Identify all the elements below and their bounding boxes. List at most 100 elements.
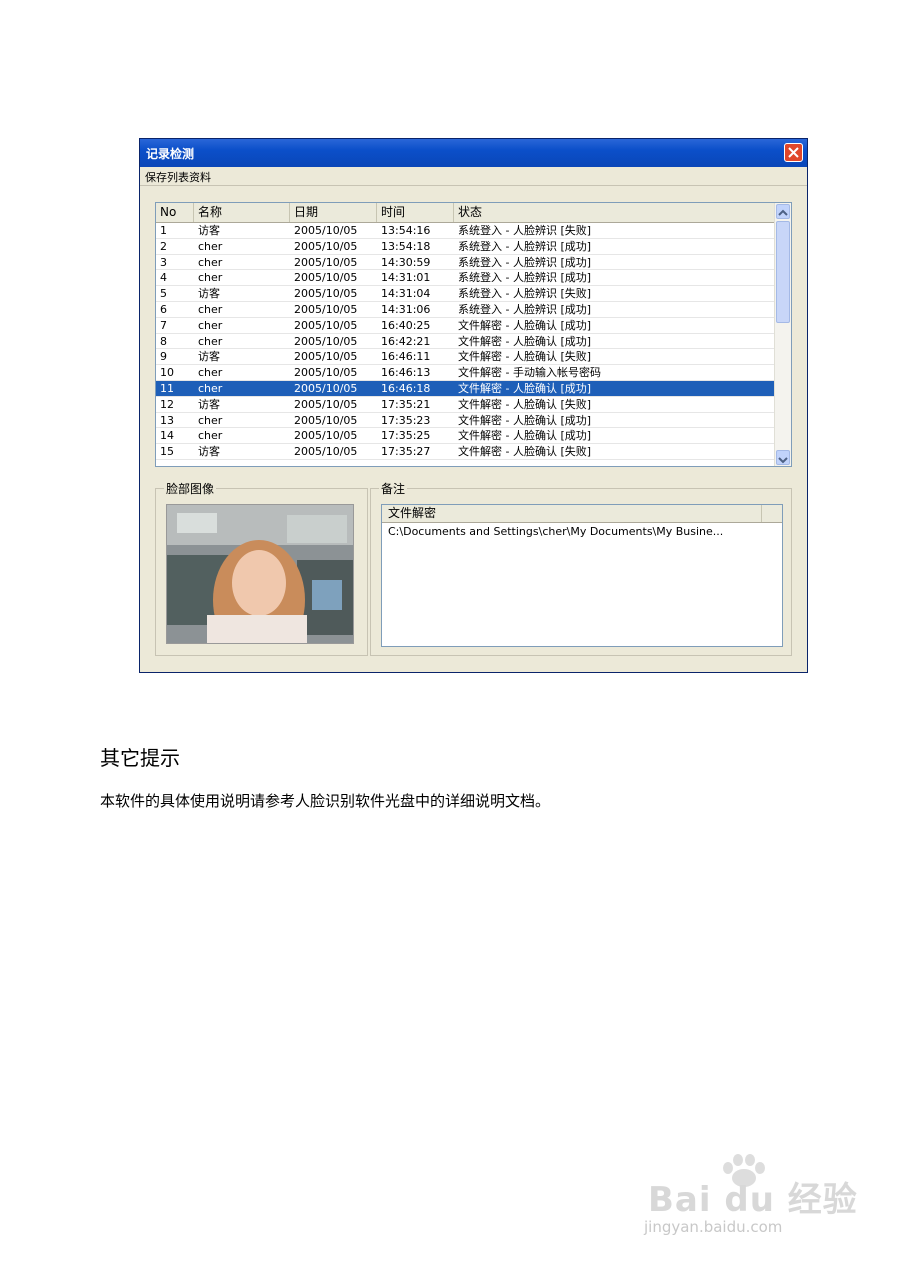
vertical-scrollbar[interactable] — [774, 203, 791, 466]
table-row[interactable]: 8 cher 2005/10/05 16:42:21 文件解密 - 人脸确认 [成功] — [156, 334, 776, 350]
cell-status: 系统登入 - 人脸辨识 [成功] — [458, 239, 592, 253]
scroll-thumb[interactable] — [776, 221, 790, 323]
close-button[interactable] — [784, 143, 803, 162]
cell-time: 13:54:18 — [381, 239, 431, 253]
notes-list[interactable]: 文件解密 C:\Documents and Settings\cher\My D… — [381, 504, 783, 647]
cell-time: 14:30:59 — [381, 255, 431, 269]
column-header-no[interactable]: No — [156, 203, 194, 222]
cell-status: 文件解密 - 手动输入帐号密码 — [458, 366, 601, 380]
table-row[interactable]: 7 cher 2005/10/05 16:40:25 文件解密 - 人脸确认 [成功] — [156, 318, 776, 334]
face-image-label: 脸部图像 — [164, 480, 217, 497]
table-row[interactable]: 12 访客 2005/10/05 17:35:21 文件解密 - 人脸确认 [失败] — [156, 397, 776, 413]
cell-status: 文件解密 - 人脸确认 [成功] — [458, 334, 592, 348]
cell-no: 14 — [160, 429, 174, 443]
cell-date: 2005/10/05 — [294, 397, 358, 411]
cell-name: cher — [198, 366, 223, 380]
table-row[interactable]: 3 cher 2005/10/05 14:30:59 系统登入 - 人脸辨识 [成功] — [156, 255, 776, 271]
cell-time: 16:46:18 — [381, 381, 431, 395]
cell-no: 9 — [160, 350, 167, 364]
scroll-down-button[interactable] — [776, 450, 790, 465]
cell-no: 2 — [160, 239, 167, 253]
notes-label: 备注 — [379, 480, 408, 497]
cell-status: 文件解密 - 人脸确认 [成功] — [458, 413, 592, 427]
cell-date: 2005/10/05 — [294, 413, 358, 427]
cell-name: 访客 — [198, 350, 220, 364]
face-photo — [166, 504, 354, 644]
section-heading: 其它提示 — [100, 746, 180, 770]
scroll-up-button[interactable] — [776, 204, 790, 219]
cell-name: 访客 — [198, 445, 220, 459]
close-icon — [788, 147, 799, 158]
cell-status: 系统登入 - 人脸辨识 [成功] — [458, 302, 592, 316]
table-row[interactable]: 9 访客 2005/10/05 16:46:11 文件解密 - 人脸确认 [失败] — [156, 349, 776, 366]
cell-time: 16:46:13 — [381, 366, 431, 380]
baidu-watermark: Bai du 经验 jingyan.baidu.com — [640, 1154, 880, 1260]
cell-status: 文件解密 - 人脸确认 [失败] — [458, 445, 592, 459]
cell-date: 2005/10/05 — [294, 271, 358, 285]
face-image-group: 脸部图像 — [155, 480, 368, 656]
column-header-date[interactable]: 日期 — [290, 203, 377, 222]
list-header: No 名称 日期 时间 状态 — [156, 203, 776, 223]
cell-date: 2005/10/05 — [294, 429, 358, 443]
watermark-url: jingyan.baidu.com — [644, 1218, 783, 1236]
table-row[interactable]: 13 cher 2005/10/05 17:35:23 文件解密 - 人脸确认 [成功] — [156, 413, 776, 429]
cell-name: 访客 — [198, 287, 220, 301]
cell-no: 7 — [160, 318, 167, 332]
cell-date: 2005/10/05 — [294, 334, 358, 348]
cell-status: 文件解密 - 人脸确认 [成功] — [458, 381, 592, 395]
menu-bar: 保存列表资料 — [140, 167, 807, 186]
cell-no: 12 — [160, 397, 174, 411]
cell-date: 2005/10/05 — [294, 255, 358, 269]
cell-status: 系统登入 - 人脸辨识 [成功] — [458, 255, 592, 269]
cell-date: 2005/10/05 — [294, 224, 358, 237]
table-row[interactable]: 15 访客 2005/10/05 17:35:27 文件解密 - 人脸确认 [失败] — [156, 444, 776, 460]
menu-item-save-list[interactable]: 保存列表资料 — [145, 169, 211, 185]
column-header-name[interactable]: 名称 — [194, 203, 290, 222]
cell-no: 1 — [160, 224, 167, 237]
cell-name: cher — [198, 334, 223, 348]
watermark-brand: Bai du 经验 — [648, 1180, 858, 1220]
table-row[interactable]: 11 cher 2005/10/05 16:46:18 文件解密 - 人脸确认 [成功] — [156, 380, 776, 397]
cell-name: cher — [198, 239, 223, 253]
table-row[interactable]: 14 cher 2005/10/05 17:35:25 文件解密 - 人脸确认 [成功] — [156, 428, 776, 445]
window-title: 记录检测 — [146, 147, 195, 161]
notes-column-header[interactable]: 文件解密 — [382, 505, 762, 522]
cell-date: 2005/10/05 — [294, 318, 358, 332]
cell-status: 系统登入 - 人脸辨识 [成功] — [458, 271, 592, 285]
cell-date: 2005/10/05 — [294, 302, 358, 316]
cell-name: 访客 — [198, 397, 220, 411]
cell-status: 文件解密 - 人脸确认 [失败] — [458, 397, 592, 411]
cell-date: 2005/10/05 — [294, 350, 358, 364]
cell-time: 17:35:27 — [381, 445, 431, 459]
cell-name: cher — [198, 302, 223, 316]
notes-header: 文件解密 — [382, 505, 782, 523]
table-row[interactable]: 6 cher 2005/10/05 14:31:06 系统登入 - 人脸辨识 [成功] — [156, 302, 776, 318]
cell-no: 15 — [160, 445, 174, 459]
cell-name: cher — [198, 381, 223, 395]
table-row[interactable]: 4 cher 2005/10/05 14:31:01 系统登入 - 人脸辨识 [成功] — [156, 270, 776, 287]
cell-no: 6 — [160, 302, 167, 316]
table-row[interactable]: 2 cher 2005/10/05 13:54:18 系统登入 - 人脸辨识 [成功] — [156, 239, 776, 255]
notes-path-value[interactable]: C:\Documents and Settings\cher\My Docume… — [388, 525, 723, 538]
column-header-status[interactable]: 状态 — [454, 203, 776, 222]
cell-no: 8 — [160, 334, 167, 348]
record-list[interactable]: No 名称 日期 时间 状态 1 访客 2005/10/05 13:54:16 系统登入… — [155, 202, 792, 467]
cell-time: 17:35:23 — [381, 413, 431, 427]
chevron-down-icon — [778, 457, 788, 464]
table-row[interactable]: 1 访客 2005/10/05 13:54:16 系统登入 - 人脸辨识 [失败] — [156, 223, 776, 239]
title-bar[interactable]: 记录检测 — [140, 139, 807, 167]
cell-no: 5 — [160, 287, 167, 301]
cell-name: 访客 — [198, 224, 220, 237]
cell-name: cher — [198, 429, 223, 443]
table-row[interactable]: 5 访客 2005/10/05 14:31:04 系统登入 - 人脸辨识 [失败] — [156, 286, 776, 302]
cell-time: 16:42:21 — [381, 334, 431, 348]
cell-status: 系统登入 - 人脸辨识 [失败] — [458, 287, 592, 301]
cell-date: 2005/10/05 — [294, 366, 358, 380]
cell-status: 系统登入 - 人脸辨识 [失败] — [458, 224, 592, 237]
cell-date: 2005/10/05 — [294, 445, 358, 459]
cell-name: cher — [198, 413, 223, 427]
table-row[interactable]: 10 cher 2005/10/05 16:46:13 文件解密 - 手动输入帐号密码 — [156, 365, 776, 381]
column-header-time[interactable]: 时间 — [377, 203, 454, 222]
cell-status: 文件解密 - 人脸确认 [成功] — [458, 429, 592, 443]
list-rows: 1 访客 2005/10/05 13:54:16 系统登入 - 人脸辨识 [失败] 2 ch… — [156, 223, 776, 460]
